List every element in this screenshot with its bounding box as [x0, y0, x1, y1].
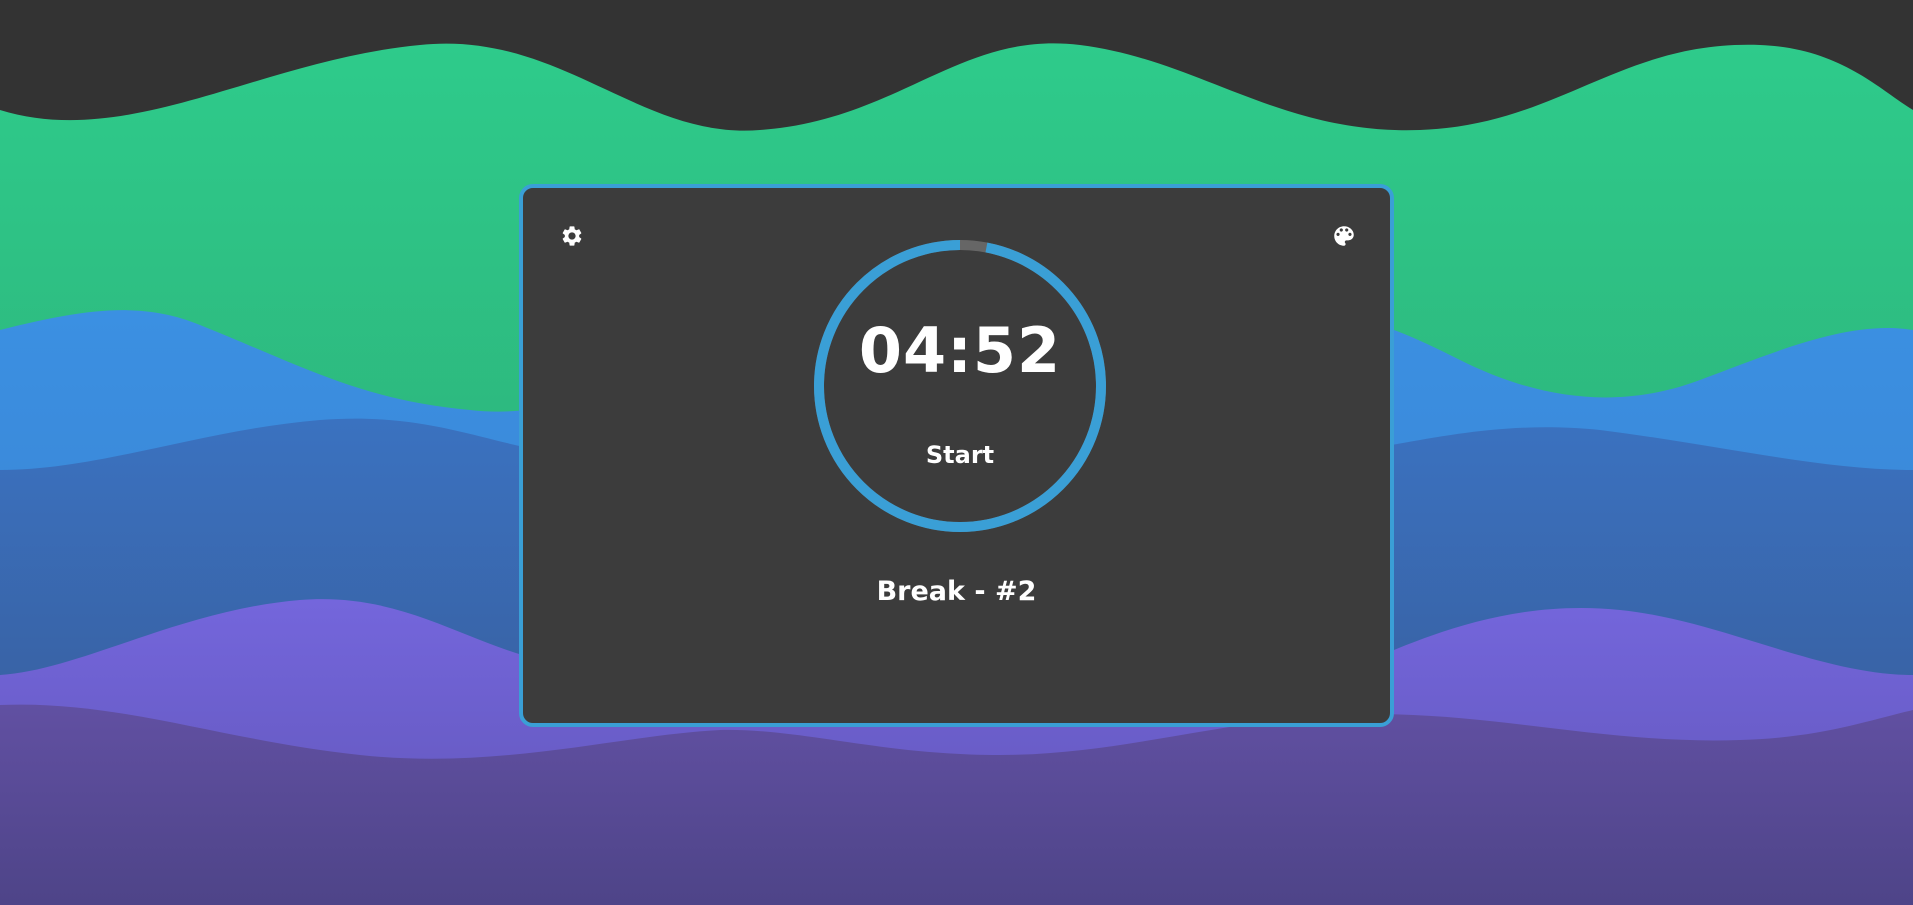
app-background: 04:52 Start Break - #2	[0, 0, 1913, 905]
palette-icon	[1334, 226, 1354, 246]
theme-button[interactable]	[1327, 219, 1361, 253]
timer-card: 04:52 Start Break - #2	[519, 184, 1394, 727]
start-button[interactable]: Start	[910, 438, 1010, 472]
session-label: Break - #2	[876, 576, 1037, 607]
gear-icon	[562, 226, 582, 246]
timer-display: 04:52	[858, 314, 1062, 387]
settings-button[interactable]	[555, 219, 589, 253]
timer-ring: 04:52 Start	[814, 240, 1106, 532]
